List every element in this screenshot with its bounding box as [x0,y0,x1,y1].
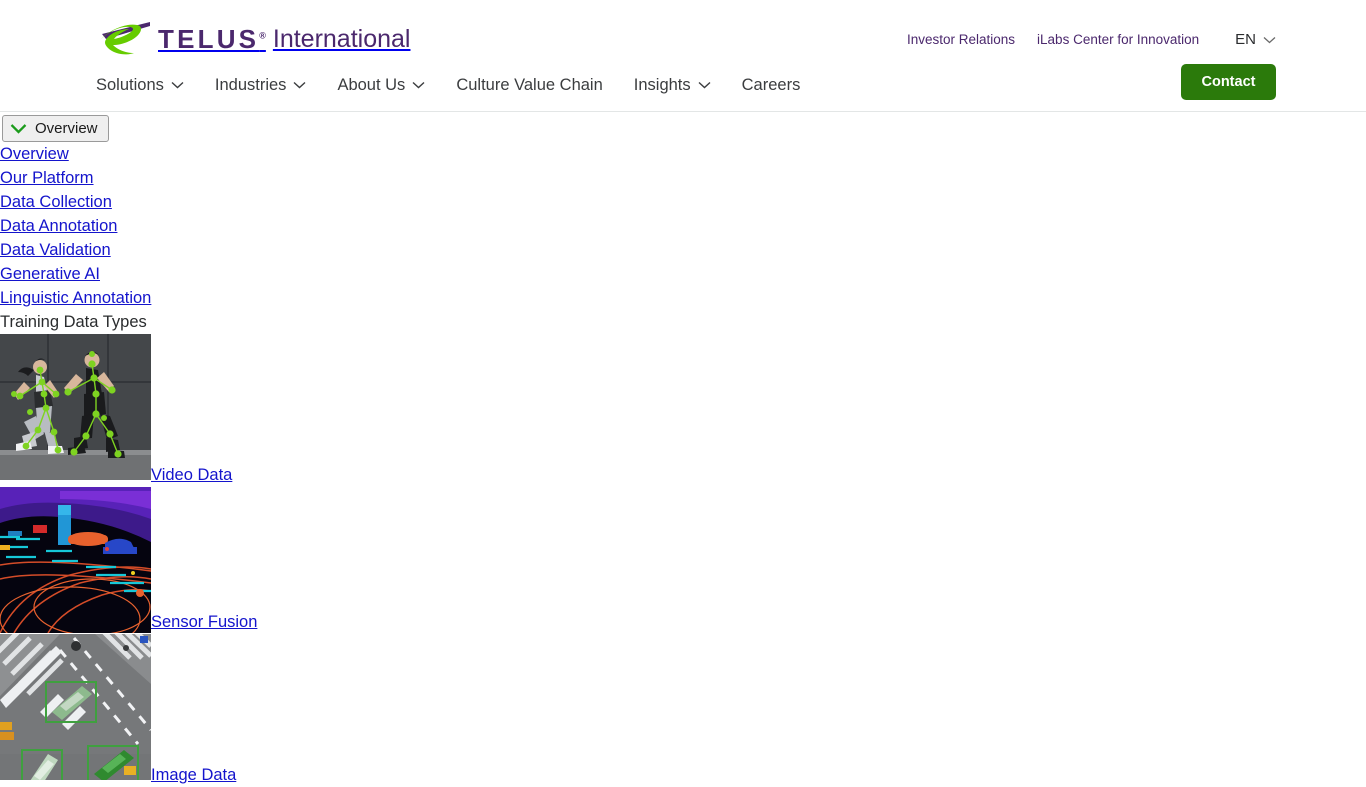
flyout-link-linguistic-annotation[interactable]: Linguistic Annotation [0,286,151,310]
overview-toggle-button[interactable]: Overview [2,115,109,142]
logo-international-text: International [272,24,411,53]
solutions-flyout-panel: Overview Overview Our Platform Data Coll… [0,113,1366,787]
training-data-types-heading: Training Data Types [0,313,147,331]
flyout-link-data-annotation[interactable]: Data Annotation [0,214,117,238]
nav-label: Insights [633,75,691,94]
flyout-link-list: Overview Our Platform Data Collection Da… [0,142,1366,334]
thumbnail-image [0,634,151,780]
flyout-card-sensor-fusion: Sensor Fusion [0,487,1366,634]
nav-item-insights[interactable]: Insights [634,76,711,95]
flyout-link-data-collection[interactable]: Data Collection [0,190,112,214]
chevron-down-icon [10,124,27,134]
flyout-card-video-data: Video Data [0,334,1366,487]
aerial-intersection-bounding-boxes-thumbnail [0,634,151,780]
flyout-card-image-data: Image Data [0,634,1366,787]
registered-mark: ® [259,30,266,41]
thumbnail-image [0,487,151,633]
nav-label: Culture Value Chain [456,75,603,94]
sensor-fusion-lidar-pointcloud-thumbnail [0,487,151,633]
chevron-down-icon [293,81,306,89]
logo-telus-text: TELUS® [158,24,266,54]
language-selector[interactable]: EN [1235,30,1276,50]
nav-item-solutions[interactable]: Solutions [96,76,184,95]
utility-nav: Investor Relations iLabs Center for Inno… [907,30,1276,50]
nav-label: Industries [214,75,287,94]
nav-item-about-us[interactable]: About Us [337,76,425,95]
flyout-card-link-video-data[interactable]: Video Data [151,466,232,484]
flyout-link-generative-ai[interactable]: Generative AI [0,262,100,286]
chevron-down-icon [1263,37,1276,44]
main-navigation: Solutions Industries About Us Culture Va… [96,70,800,100]
flyout-card-link-sensor-fusion[interactable]: Sensor Fusion [151,613,257,631]
chevron-down-icon [412,81,425,89]
flyout-link-our-platform[interactable]: Our Platform [0,166,94,190]
flyout-link-overview[interactable]: Overview [0,142,69,166]
contact-button[interactable]: Contact [1181,64,1276,100]
nav-item-industries[interactable]: Industries [215,76,307,95]
site-header: TELUS® International Investor Relations … [0,0,1366,112]
language-label: EN [1235,31,1256,48]
overview-toggle-label: Overview [35,120,98,137]
chevron-down-icon [171,81,184,89]
video-data-pose-estimation-runners-thumbnail [0,334,151,480]
telus-swoosh-logo-icon [99,22,150,55]
utility-link-ilabs[interactable]: iLabs Center for Innovation [1037,30,1199,50]
nav-item-culture-value-chain[interactable]: Culture Value Chain [456,76,602,95]
telus-international-logo[interactable]: TELUS® International [96,20,410,58]
nav-label: About Us [337,75,406,94]
flyout-link-data-validation[interactable]: Data Validation [0,238,111,262]
nav-label: Careers [741,75,801,94]
chevron-down-icon [698,81,711,89]
flyout-card-link-image-data[interactable]: Image Data [151,766,236,784]
nav-label: Solutions [96,75,164,94]
nav-item-careers[interactable]: Careers [742,76,801,95]
thumbnail-image [0,334,151,480]
utility-link-investor-relations[interactable]: Investor Relations [907,30,1015,50]
